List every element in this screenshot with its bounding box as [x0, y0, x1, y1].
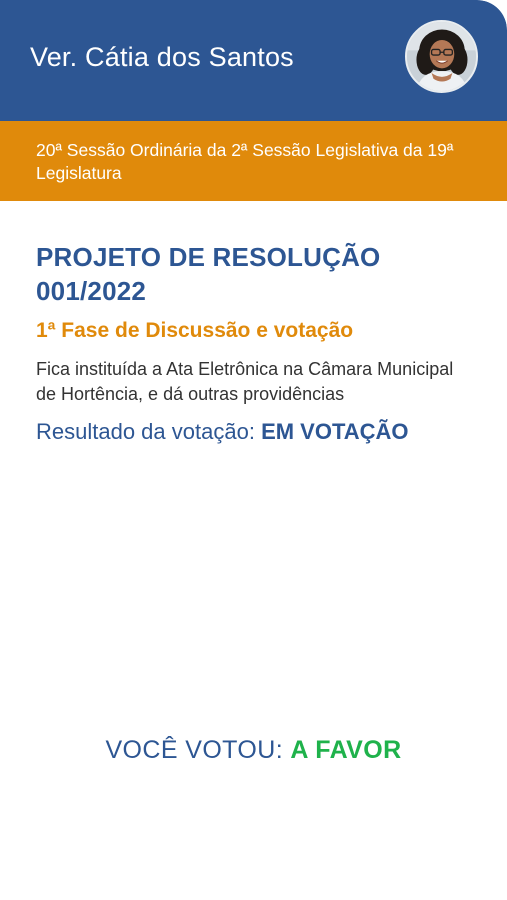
voting-screen: Ver. Cátia dos Santos 20ª Sessão Ordinár…	[0, 0, 507, 900]
vote-label: VOCÊ VOTOU:	[105, 736, 284, 764]
user-vote: VOCÊ VOTOU: A FAVOR	[0, 736, 507, 765]
app-header: Ver. Cátia dos Santos	[0, 0, 507, 121]
voting-result: Resultado da votação: EM VOTAÇÃO	[36, 417, 476, 447]
project-title: PROJETO DE RESOLUÇÃO 001/2022	[36, 242, 381, 306]
result-label: Resultado da votação:	[36, 419, 255, 444]
councilor-name: Ver. Cátia dos Santos	[30, 42, 294, 72]
session-banner: 20ª Sessão Ordinária da 2ª Sessão Legisl…	[0, 121, 507, 201]
session-description: 20ª Sessão Ordinária da 2ª Sessão Legisl…	[36, 140, 454, 183]
project-details: PROJETO DE RESOLUÇÃO 001/2022 1ª Fase de…	[36, 240, 476, 447]
result-status: EM VOTAÇÃO	[261, 419, 409, 444]
avatar[interactable]	[405, 20, 478, 93]
vote-choice: A FAVOR	[290, 736, 402, 764]
project-phase: 1ª Fase de Discussão e votação	[36, 319, 354, 342]
user-photo-avatar-icon	[407, 22, 476, 91]
project-description: Fica instituída a Ata Eletrônica na Câma…	[36, 359, 454, 404]
